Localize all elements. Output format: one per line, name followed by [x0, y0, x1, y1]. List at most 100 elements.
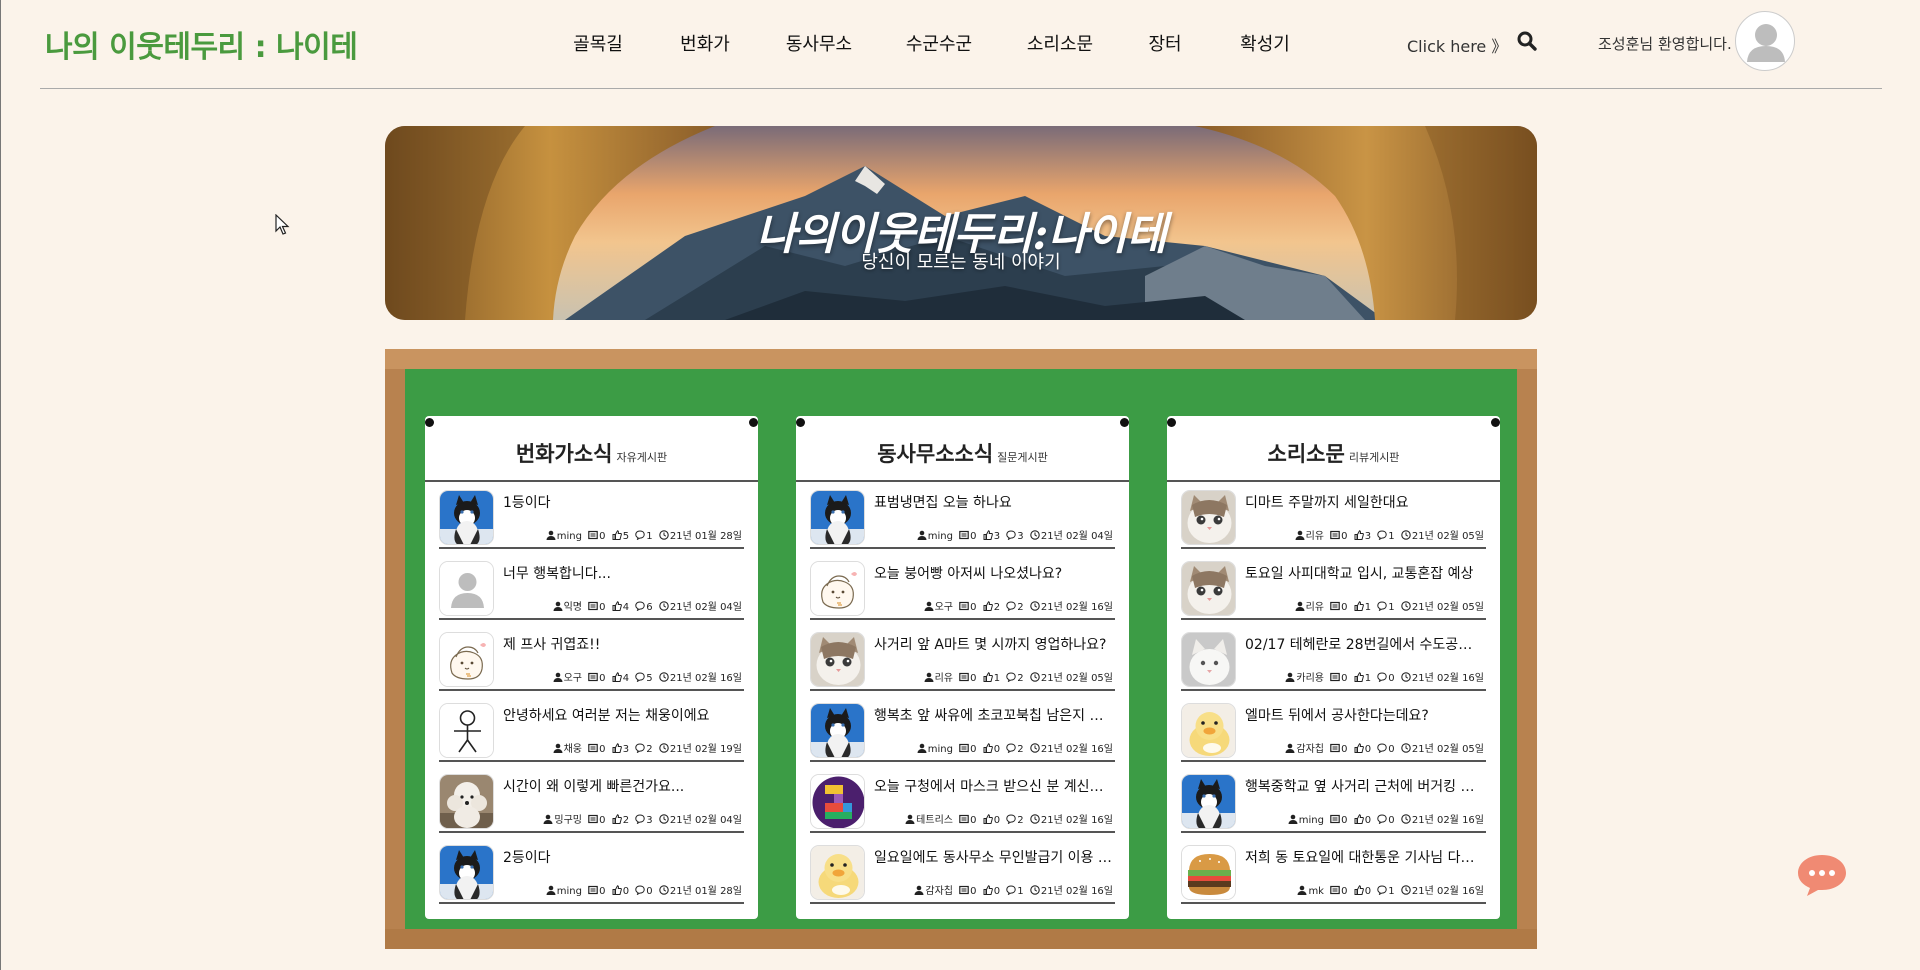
like-icon [980, 885, 994, 897]
post-item[interactable]: 1등이다 ming 0 5 1 21년 01월 28일 [439, 482, 744, 549]
post-title[interactable]: 디마트 주말까지 세일한대요 [1245, 492, 1485, 512]
clock-icon [1398, 885, 1412, 897]
comment-icon [1003, 530, 1017, 542]
clock-icon [656, 743, 670, 755]
comment-icon [632, 743, 646, 755]
post-title[interactable]: 02/17 테헤란로 28번길에서 수도공사 예정 [1245, 634, 1485, 654]
post-item[interactable]: 오늘 붕어빵 아저씨 나오셨나요? 오구 0 2 2 21년 02월 16일 [810, 553, 1115, 620]
post-title[interactable]: 제 프사 귀엽죠!! [503, 634, 743, 654]
post-author: ming [556, 531, 582, 542]
like-icon [980, 530, 994, 542]
nav-item-sugunsugun[interactable]: 수군수군 [906, 30, 972, 56]
post-item[interactable]: 사거리 앞 A마트 몇 시까지 영업하나요? 리유 0 1 2 21년 02월 … [810, 624, 1115, 691]
post-divider [810, 831, 1115, 833]
post-title[interactable]: 오늘 구청에서 마스크 받으신 분 계신가요? [874, 776, 1114, 796]
post-comments: 2 [1017, 602, 1024, 613]
post-title[interactable]: 1등이다 [503, 492, 743, 512]
post-title[interactable]: 오늘 붕어빵 아저씨 나오셨나요? [874, 563, 1114, 583]
post-title[interactable]: 일요일에도 동사무소 무인발급기 이용 가능한가요? [874, 847, 1114, 867]
comment-icon [1003, 885, 1017, 897]
like-icon [1351, 601, 1365, 613]
post-title[interactable]: 표범냉면집 오늘 하나요 [874, 492, 1114, 512]
comment-icon [632, 885, 646, 897]
post-author-avatar [439, 703, 494, 758]
post-item[interactable]: 엘마트 뒤에서 공사한다는데요? 감자칩 0 0 0 21년 02월 05일 [1181, 695, 1486, 762]
board-title[interactable]: 동사무소소식 [877, 442, 993, 466]
post-item[interactable]: 제 프사 귀엽죠!! 오구 0 4 5 21년 02월 16일 [439, 624, 744, 691]
post-title[interactable]: 저희 동 토요일에 대한통운 기사님 다녀가셨나요 [1245, 847, 1485, 867]
board-card-title[interactable]: 소리소문 리뷰게시판 [1167, 438, 1500, 468]
post-item[interactable]: 토요일 사피대학교 입시, 교통혼잡 예상 리유 0 1 1 21년 02월 0… [1181, 553, 1486, 620]
post-item[interactable]: 너무 행복합니다... 익명 0 4 6 21년 02월 04일 [439, 553, 744, 620]
post-date: 21년 01월 28일 [669, 531, 742, 542]
post-views: 0 [970, 886, 977, 897]
post-comments: 3 [1017, 531, 1024, 542]
nav-item-dongsamuso[interactable]: 동사무소 [786, 30, 852, 56]
board-title[interactable]: 번화가소식 [516, 442, 613, 466]
post-item[interactable]: 2등이다 ming 0 0 0 21년 01월 28일 [439, 837, 744, 904]
post-likes: 2 [622, 815, 630, 826]
views-icon [585, 814, 599, 826]
search-icon[interactable] [1516, 30, 1538, 52]
like-icon [1351, 672, 1365, 684]
post-title[interactable]: 2등이다 [503, 847, 743, 867]
post-title[interactable]: 토요일 사피대학교 입시, 교통혼잡 예상 [1245, 563, 1485, 583]
post-views: 0 [599, 602, 606, 613]
post-title[interactable]: 엘마트 뒤에서 공사한다는데요? [1245, 705, 1485, 725]
views-icon [585, 672, 599, 684]
post-title[interactable]: 너무 행복합니다... [503, 563, 743, 583]
post-title[interactable]: 행복초 앞 싸유에 초코꼬북칩 남은지 아시는 분 [874, 705, 1114, 725]
board-card-title[interactable]: 동사무소소식 질문게시판 [796, 438, 1129, 468]
board-card-title[interactable]: 번화가소식 자유게시판 [425, 438, 758, 468]
click-here-link[interactable]: Click here 》 [1407, 33, 1507, 57]
post-item[interactable]: 저희 동 토요일에 대한통운 기사님 다녀가셨나요 mk 0 0 1 21년 0… [1181, 837, 1486, 904]
chat-icon[interactable] [1795, 852, 1849, 898]
post-item[interactable]: 안녕하세요 여러분 저는 채웅이에요 채웅 0 3 2 21년 02월 19일 [439, 695, 744, 762]
post-item[interactable]: 일요일에도 동사무소 무인발급기 이용 가능한가요? 감자칩 0 0 1 21년… [810, 837, 1115, 904]
views-icon [956, 672, 970, 684]
views-icon [585, 601, 599, 613]
clock-icon [1027, 672, 1041, 684]
user-avatar[interactable] [1735, 11, 1795, 71]
post-item[interactable]: 표범냉면집 오늘 하나요 ming 0 3 3 21년 02월 04일 [810, 482, 1115, 549]
post-author-avatar [810, 561, 865, 616]
nav-item-jangteo[interactable]: 장터 [1148, 30, 1181, 56]
post-item[interactable]: 디마트 주말까지 세일한대요 리유 0 3 1 21년 02월 05일 [1181, 482, 1486, 549]
nav-item-hwakseonggi[interactable]: 확성기 [1240, 30, 1290, 56]
comment-icon [1374, 885, 1388, 897]
husky-icon [811, 491, 864, 544]
post-item[interactable]: 오늘 구청에서 마스크 받으신 분 계신가요? 테트리스 0 0 2 21년 0… [810, 766, 1115, 833]
views-icon [956, 743, 970, 755]
nav-item-beonhwaga[interactable]: 번화가 [680, 30, 730, 56]
post-divider [439, 547, 744, 549]
post-views: 0 [970, 815, 977, 826]
post-likes: 3 [1364, 531, 1372, 542]
post-title[interactable]: 사거리 앞 A마트 몇 시까지 영업하나요? [874, 634, 1114, 654]
default-avatar-icon [440, 562, 493, 615]
like-icon [609, 601, 623, 613]
views-icon [1327, 885, 1341, 897]
post-item[interactable]: 행복중학교 옆 사거리 근처에 버거킹 생겼어요 ming 0 0 0 21년 … [1181, 766, 1486, 833]
post-title[interactable]: 행복중학교 옆 사거리 근처에 버거킹 생겼어요 [1245, 776, 1485, 796]
post-date: 21년 02월 16일 [1040, 602, 1113, 613]
nav-item-sorisomun[interactable]: 소리소문 [1027, 30, 1093, 56]
like-icon [1351, 743, 1365, 755]
nav-item-golmokgil[interactable]: 골목길 [573, 30, 623, 56]
post-item[interactable]: 시간이 왜 이렇게 빠른건가요... 밍구밍 0 2 3 21년 02월 04일 [439, 766, 744, 833]
post-meta: ming 0 5 1 21년 01월 28일 [543, 527, 742, 542]
views-icon [956, 601, 970, 613]
views-icon [585, 885, 599, 897]
board-title[interactable]: 소리소문 [1268, 442, 1345, 466]
post-views: 0 [1341, 673, 1348, 684]
post-title[interactable]: 시간이 왜 이렇게 빠른건가요... [503, 776, 743, 796]
post-author-avatar [439, 845, 494, 900]
post-title[interactable]: 안녕하세요 여러분 저는 채웅이에요 [503, 705, 743, 725]
post-item[interactable]: 02/17 테헤란로 28번길에서 수도공사 예정 카리용 0 1 0 21년 … [1181, 624, 1486, 691]
post-date: 21년 02월 16일 [1411, 886, 1484, 897]
post-comments: 1 [1388, 531, 1395, 542]
post-item[interactable]: 행복초 앞 싸유에 초코꼬북칩 남은지 아시는 분 ming 0 0 2 21년… [810, 695, 1115, 762]
board-felt: 번화가소식자유게시판 1등이다 ming 0 5 1 21년 01월 28일 [405, 369, 1517, 929]
post-views: 0 [970, 744, 977, 755]
burger-icon [1182, 846, 1235, 899]
post-meta: ming 0 0 0 21년 02월 16일 [1285, 811, 1484, 826]
